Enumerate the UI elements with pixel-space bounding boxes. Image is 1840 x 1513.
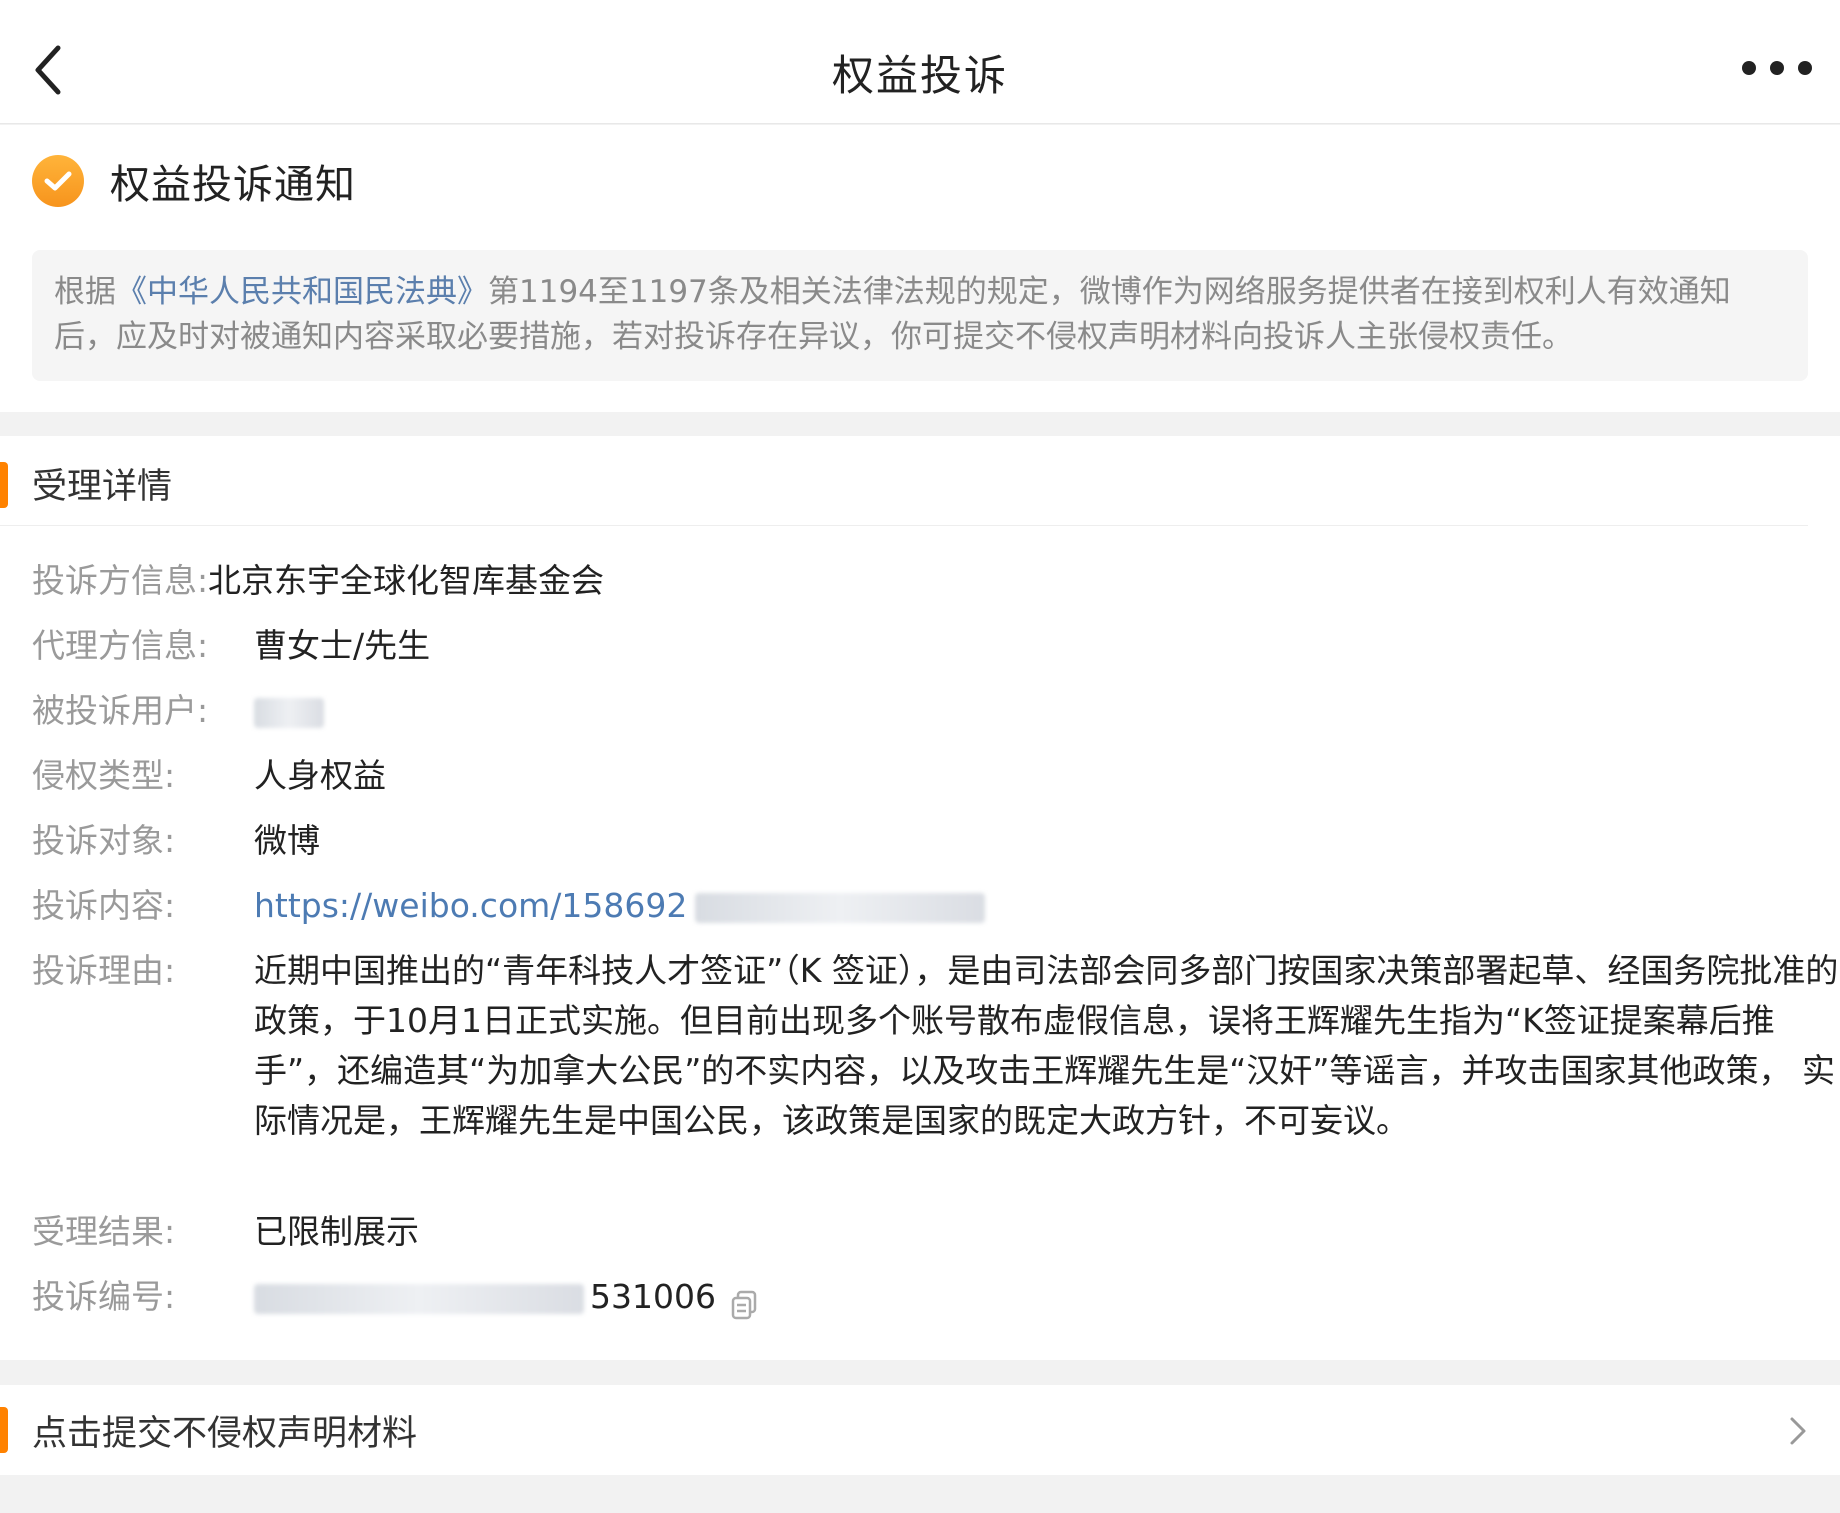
notice-text: 根据《中华人民共和国民法典》第1194至1197条及相关法律法规的规定，微博作为…	[32, 250, 1808, 381]
redacted-url-tail	[695, 892, 986, 923]
row-label: 受理结果:	[32, 1212, 176, 1251]
content-url-row: https://weibo.com/158692	[254, 881, 986, 931]
row-label: 投诉编号:	[32, 1277, 176, 1316]
row-value: 已限制展示	[254, 1212, 419, 1251]
row-value: 人身权益	[254, 756, 386, 795]
row-value: 微博	[254, 821, 320, 860]
row-value: 近期中国推出的“青年科技人才签证”（K 签证），是由司法部会同多部门按国家决策部…	[254, 951, 1839, 1140]
row-value: 曹女士/先生	[254, 626, 431, 665]
submit-label: 点击提交不侵权声明材料	[32, 1414, 418, 1454]
more-dots-icon[interactable]	[1742, 58, 1812, 78]
row-label: 被投诉用户:	[32, 691, 209, 730]
row-value: 北京东宇全球化智库基金会	[208, 561, 604, 600]
redacted-username	[254, 686, 324, 736]
row-label: 投诉对象:	[32, 821, 176, 860]
section-accent-bar	[0, 462, 8, 508]
notice-card: 权益投诉通知 根据《中华人民共和国民法典》第1194至1197条及相关法律法规的…	[0, 125, 1840, 412]
row-label: 投诉理由:	[32, 951, 176, 990]
row-label: 侵权类型:	[32, 756, 176, 795]
submit-accent-bar	[0, 1407, 8, 1453]
content-url-link[interactable]: https://weibo.com/158692	[254, 886, 687, 925]
notice-title: 权益投诉通知	[110, 162, 356, 208]
copy-icon[interactable]	[730, 1284, 758, 1319]
notice-text-prefix: 根据	[54, 274, 116, 310]
page-title: 权益投诉	[831, 51, 1008, 100]
section-title: 受理详情	[32, 467, 173, 507]
submit-non-infringement-button[interactable]: 点击提交不侵权声明材料	[0, 1385, 1840, 1475]
check-circle-icon	[32, 155, 84, 207]
row-label: 代理方信息:	[32, 626, 209, 665]
redacted-id-prefix	[254, 1283, 584, 1314]
detail-section: 受理详情 投诉方信息: 北京东宇全球化智库基金会 代理方信息: 曹女士/先生 被…	[0, 436, 1840, 1360]
notice-header: 权益投诉通知	[32, 153, 356, 209]
row-label: 投诉内容:	[32, 886, 176, 925]
top-nav-bar: 权益投诉	[0, 0, 1840, 124]
complaint-id-value: 531006	[254, 1272, 758, 1322]
law-name-link[interactable]: 《中华人民共和国民法典》	[116, 274, 488, 310]
section-header: 受理详情	[0, 436, 1808, 526]
chevron-right-icon	[1784, 1413, 1812, 1449]
complaint-id-suffix: 531006	[590, 1277, 716, 1316]
